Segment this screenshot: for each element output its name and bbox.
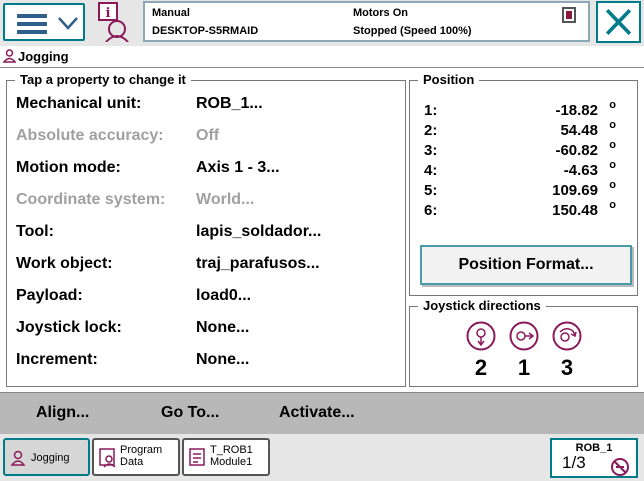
task-label: Jogging bbox=[31, 452, 70, 464]
property-label: Payload: bbox=[16, 287, 83, 304]
action-bar: Align... Go To... Activate... bbox=[0, 392, 644, 434]
degree-unit: o bbox=[609, 199, 616, 211]
task-bar: Jogging Program Data T_ROB1 Module1 ROB_… bbox=[0, 434, 644, 481]
operating-mode: Manual bbox=[152, 7, 190, 19]
joystick-legend: Joystick directions bbox=[418, 298, 546, 313]
property-label: Absolute accuracy: bbox=[16, 127, 164, 144]
property-value: World... bbox=[196, 191, 255, 208]
chevron-down-icon bbox=[58, 17, 78, 30]
properties-panel: Tap a property to change it Mechanical u… bbox=[6, 72, 406, 387]
position-format-button[interactable]: Position Format... bbox=[420, 245, 632, 285]
axis-label: 4: bbox=[424, 162, 438, 179]
program-state: Stopped (Speed 100%) bbox=[353, 25, 472, 37]
property-value: lapis_soldador... bbox=[196, 223, 322, 240]
top-bar: i Manual DESKTOP-S5RMAID Motors On Stopp… bbox=[0, 0, 644, 46]
joystick-directions-panel: Joystick directions 2 1 3 bbox=[409, 298, 638, 387]
close-button[interactable] bbox=[596, 1, 641, 43]
event-log-icon[interactable] bbox=[562, 7, 576, 23]
property-value: Off bbox=[196, 127, 220, 144]
quickset-button[interactable]: ROB_1 1/3 bbox=[550, 438, 638, 478]
axis-value: -60.82 bbox=[555, 142, 598, 159]
status-panel[interactable]: Manual DESKTOP-S5RMAID Motors On Stopped… bbox=[143, 1, 590, 42]
axis-value: 150.48 bbox=[552, 202, 598, 219]
goto-button[interactable]: Go To... bbox=[161, 404, 219, 422]
property-label: Joystick lock: bbox=[16, 319, 122, 336]
joystick-axis-number: 2 bbox=[474, 355, 488, 380]
joystick-down-icon bbox=[466, 321, 496, 351]
property-value: traj_parafusos... bbox=[196, 255, 320, 272]
property-label: Coordinate system: bbox=[16, 191, 166, 208]
property-label: Mechanical unit: bbox=[16, 95, 142, 112]
task-fraction: 1/3 bbox=[562, 453, 586, 472]
position-row: 2: 54.48 o bbox=[424, 119, 624, 142]
speed-override-icon bbox=[611, 458, 629, 476]
page-header: Jogging bbox=[0, 46, 644, 68]
task-t-rob1-module1[interactable]: T_ROB1 Module1 bbox=[182, 438, 270, 476]
position-row: 6: 150.48 o bbox=[424, 199, 624, 222]
property-value: load0... bbox=[196, 287, 252, 304]
position-row: 1: -18.82 o bbox=[424, 99, 624, 122]
fraction-numerator: 1 bbox=[562, 453, 572, 472]
degree-unit: o bbox=[609, 179, 616, 191]
position-panel: Position 1: -18.82 o 2: 54.48 o 3: -60.8… bbox=[409, 72, 638, 296]
property-label: Work object: bbox=[16, 255, 113, 272]
activate-button[interactable]: Activate... bbox=[279, 404, 355, 422]
degree-unit: o bbox=[609, 139, 616, 151]
program-editor-icon bbox=[189, 448, 205, 466]
degree-unit: o bbox=[609, 159, 616, 171]
axis-label: 5: bbox=[424, 182, 438, 199]
motors-state: Motors On bbox=[353, 7, 408, 19]
joystick-rotate-icon bbox=[552, 321, 582, 351]
jogging-icon bbox=[3, 49, 16, 63]
main-menu-button[interactable] bbox=[3, 3, 85, 41]
properties-legend: Tap a property to change it bbox=[15, 72, 191, 87]
program-data-icon bbox=[99, 448, 116, 468]
property-value: Axis 1 - 3... bbox=[196, 159, 280, 176]
axis-label: 3: bbox=[424, 142, 438, 159]
property-value: None... bbox=[196, 351, 250, 368]
property-label: Tool: bbox=[16, 223, 54, 240]
position-row: 4: -4.63 o bbox=[424, 159, 624, 182]
position-legend: Position bbox=[418, 72, 480, 87]
axis-value: 54.48 bbox=[560, 122, 598, 139]
task-label-line1: T_ROB1 bbox=[210, 444, 253, 456]
axis-value: -18.82 bbox=[555, 102, 598, 119]
task-program-data[interactable]: Program Data bbox=[92, 438, 180, 476]
degree-unit: o bbox=[609, 99, 616, 111]
joystick-axis-number: 1 bbox=[517, 355, 531, 380]
jogging-icon bbox=[10, 450, 26, 466]
fraction-denominator: 3 bbox=[576, 453, 586, 472]
joystick-axis-number: 3 bbox=[560, 355, 574, 380]
task-label-line2: Module1 bbox=[210, 456, 253, 468]
joystick-right-icon bbox=[509, 321, 539, 351]
degree-unit: o bbox=[609, 119, 616, 131]
property-label: Increment: bbox=[16, 351, 98, 368]
position-row: 3: -60.82 o bbox=[424, 139, 624, 162]
user-info-icon[interactable]: i bbox=[98, 2, 138, 42]
controller-name: DESKTOP-S5RMAID bbox=[152, 25, 259, 37]
property-value: None... bbox=[196, 319, 250, 336]
axis-label: 6: bbox=[424, 202, 438, 219]
page-title: Jogging bbox=[18, 49, 69, 64]
property-value: ROB_1... bbox=[196, 95, 263, 112]
align-button[interactable]: Align... bbox=[36, 404, 89, 422]
task-label-line2: Data bbox=[120, 456, 144, 468]
axis-value: -4.63 bbox=[563, 162, 598, 179]
task-jogging[interactable]: Jogging bbox=[3, 438, 90, 476]
axis-label: 1: bbox=[424, 102, 438, 119]
menu-icon bbox=[17, 14, 47, 34]
position-row: 5: 109.69 o bbox=[424, 179, 624, 202]
axis-value: 109.69 bbox=[552, 182, 598, 199]
property-label: Motion mode: bbox=[16, 159, 121, 176]
svg-text:i: i bbox=[106, 6, 111, 21]
axis-label: 2: bbox=[424, 122, 438, 139]
task-label-line1: Program bbox=[120, 444, 163, 456]
